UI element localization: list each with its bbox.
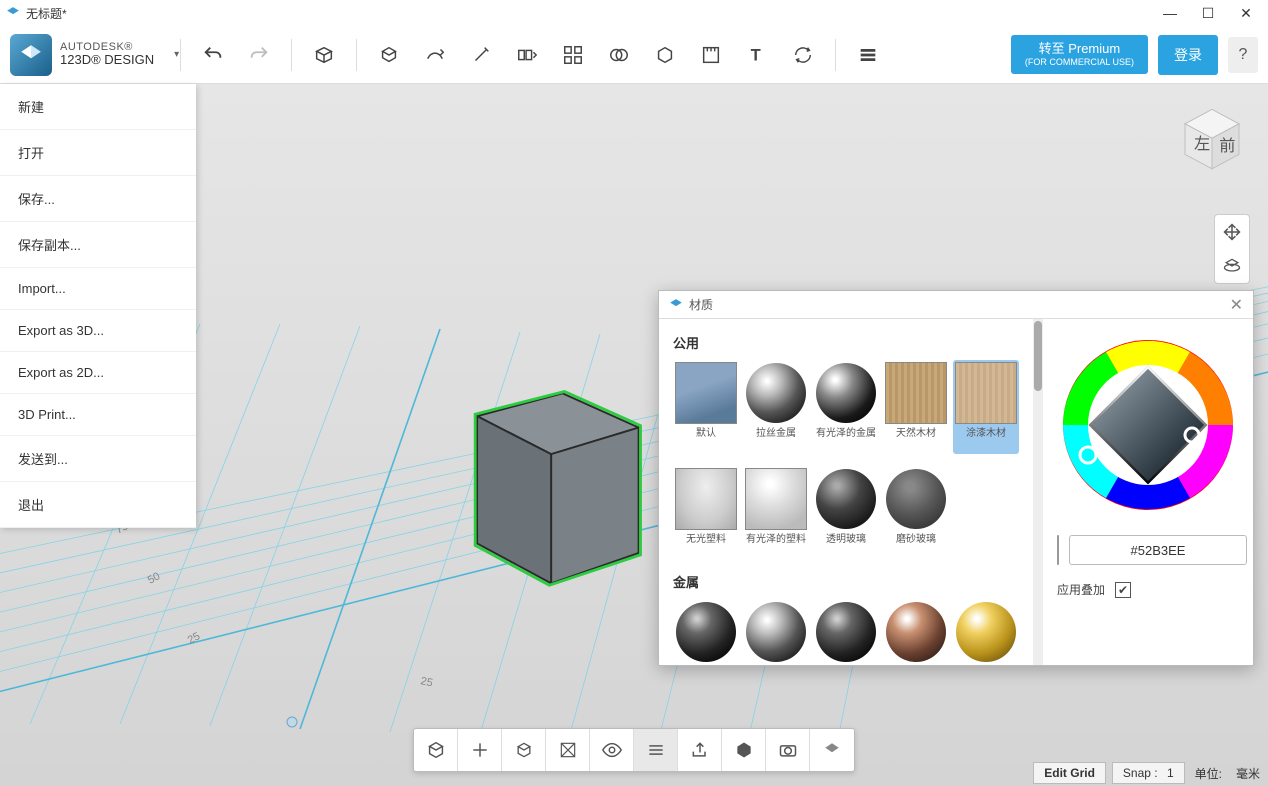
color-swatch: [1057, 535, 1059, 565]
materials-scrollbar[interactable]: [1033, 319, 1043, 665]
svg-text:T: T: [751, 46, 761, 64]
minimize-button[interactable]: —: [1162, 5, 1178, 22]
material-default[interactable]: 默认: [673, 360, 739, 454]
menu-save[interactable]: 保存...: [0, 176, 196, 222]
measure-button[interactable]: [697, 41, 725, 69]
status-bar: Edit Grid Snap : 1 单位: 毫米: [1029, 760, 1268, 786]
orbit-button[interactable]: [1215, 249, 1249, 283]
redo-button[interactable]: [245, 41, 273, 69]
premium-button[interactable]: 转至 Premium (FOR COMMERCIAL USE): [1011, 35, 1148, 73]
app-menu-button[interactable]: AUTODESK® 123D® DESIGN ▾: [10, 34, 180, 76]
view-camera-button[interactable]: [766, 729, 810, 771]
menu-export-3d[interactable]: Export as 3D...: [0, 310, 196, 352]
material-glossy-plastic[interactable]: 有光泽的塑料: [743, 466, 809, 560]
bottom-toolbar: [413, 728, 855, 772]
color-picker-panel: 应用叠加 ✔: [1043, 319, 1253, 665]
login-button[interactable]: 登录: [1158, 35, 1218, 75]
close-button[interactable]: ✕: [1238, 5, 1254, 22]
chevron-down-icon: ▾: [174, 49, 179, 60]
convert-button[interactable]: [789, 41, 817, 69]
material-glossy-metal[interactable]: 有光泽的金属: [813, 360, 879, 454]
pan-button[interactable]: [1215, 215, 1249, 249]
help-button[interactable]: ?: [1228, 37, 1258, 73]
view-share-button[interactable]: [678, 729, 722, 771]
menu-exit[interactable]: 退出: [0, 482, 196, 528]
menu-new[interactable]: 新建: [0, 84, 196, 130]
snap-button-status[interactable]: Snap : 1: [1112, 762, 1185, 784]
navigation-tools: [1214, 214, 1250, 284]
viewcube[interactable]: 左 前: [1176, 104, 1248, 176]
primitives-button[interactable]: [310, 41, 338, 69]
material-natural-wood[interactable]: 天然木材: [883, 360, 949, 454]
materials-panel: 材质 ✕ 公用 默认 拉丝金属 有光泽的金属 天然木材 涂漆木材 无光塑料 有光…: [658, 290, 1254, 666]
view-home-button[interactable]: [414, 729, 458, 771]
material-frosted-glass[interactable]: 磨砂玻璃: [883, 466, 949, 560]
combine-button[interactable]: [605, 41, 633, 69]
material-painted-wood[interactable]: 涂漆木材: [953, 360, 1019, 454]
view-wireframe-button[interactable]: [546, 729, 590, 771]
panel-logo-icon: [669, 298, 683, 312]
text-button[interactable]: T: [743, 41, 771, 69]
material-metal-2[interactable]: [743, 599, 809, 665]
section-metal: 金属: [673, 572, 1027, 591]
menu-export-2d[interactable]: Export as 2D...: [0, 352, 196, 394]
edit-grid-button[interactable]: Edit Grid: [1033, 762, 1106, 784]
overlay-checkbox[interactable]: ✔: [1115, 582, 1131, 598]
construct-button[interactable]: [421, 41, 449, 69]
window-title: 无标题*: [26, 5, 1162, 22]
units-value: 毫米: [1232, 765, 1264, 782]
menu-save-copy[interactable]: 保存副本...: [0, 222, 196, 268]
pattern-button[interactable]: [513, 41, 541, 69]
brand-line2: 123D® DESIGN: [60, 53, 154, 67]
view-fit-button[interactable]: [502, 729, 546, 771]
menu-3d-print[interactable]: 3D Print...: [0, 394, 196, 436]
panel-title: 材质: [689, 296, 1230, 313]
file-menu: 新建 打开 保存... 保存副本... Import... Export as …: [0, 84, 196, 528]
overlay-label: 应用叠加: [1057, 581, 1105, 598]
menu-import[interactable]: Import...: [0, 268, 196, 310]
material-clear-glass[interactable]: 透明玻璃: [813, 466, 879, 560]
modify-button[interactable]: [467, 41, 495, 69]
cube-object[interactable]: [460, 356, 650, 596]
materials-button[interactable]: [854, 41, 882, 69]
view-logo-button[interactable]: [810, 729, 854, 771]
view-layers-button[interactable]: [634, 729, 678, 771]
app-logo-icon: [10, 34, 52, 76]
svg-text:前: 前: [1219, 137, 1235, 155]
view-pan-button[interactable]: [458, 729, 502, 771]
panel-close-button[interactable]: ✕: [1230, 295, 1243, 315]
material-matte-plastic[interactable]: 无光塑料: [673, 466, 739, 560]
app-logo-mini-icon: [6, 6, 20, 20]
view-visibility-button[interactable]: [590, 729, 634, 771]
color-wheel[interactable]: [1058, 335, 1238, 515]
materials-list: 公用 默认 拉丝金属 有光泽的金属 天然木材 涂漆木材 无光塑料 有光泽的塑料 …: [659, 319, 1033, 665]
sketch-button[interactable]: [375, 41, 403, 69]
material-brushed-metal[interactable]: 拉丝金属: [743, 360, 809, 454]
menu-send-to[interactable]: 发送到...: [0, 436, 196, 482]
material-metal-3[interactable]: [813, 599, 879, 665]
section-common: 公用: [673, 333, 1027, 352]
material-metal-5[interactable]: [953, 599, 1019, 665]
color-hex-input[interactable]: [1069, 535, 1247, 565]
snap-button[interactable]: [651, 41, 679, 69]
units-label: 单位:: [1191, 765, 1226, 782]
svg-text:25: 25: [419, 675, 433, 689]
grouping-button[interactable]: [559, 41, 587, 69]
material-metal-4[interactable]: [883, 599, 949, 665]
material-metal-1[interactable]: [673, 599, 739, 665]
maximize-button[interactable]: ☐: [1200, 5, 1216, 22]
view-solid-button[interactable]: [722, 729, 766, 771]
titlebar: 无标题* — ☐ ✕: [0, 0, 1268, 26]
undo-button[interactable]: [199, 41, 227, 69]
menu-open[interactable]: 打开: [0, 130, 196, 176]
main-toolbar: AUTODESK® 123D® DESIGN ▾ T 转至 Premium (F…: [0, 26, 1268, 84]
svg-text:左: 左: [1194, 135, 1210, 153]
